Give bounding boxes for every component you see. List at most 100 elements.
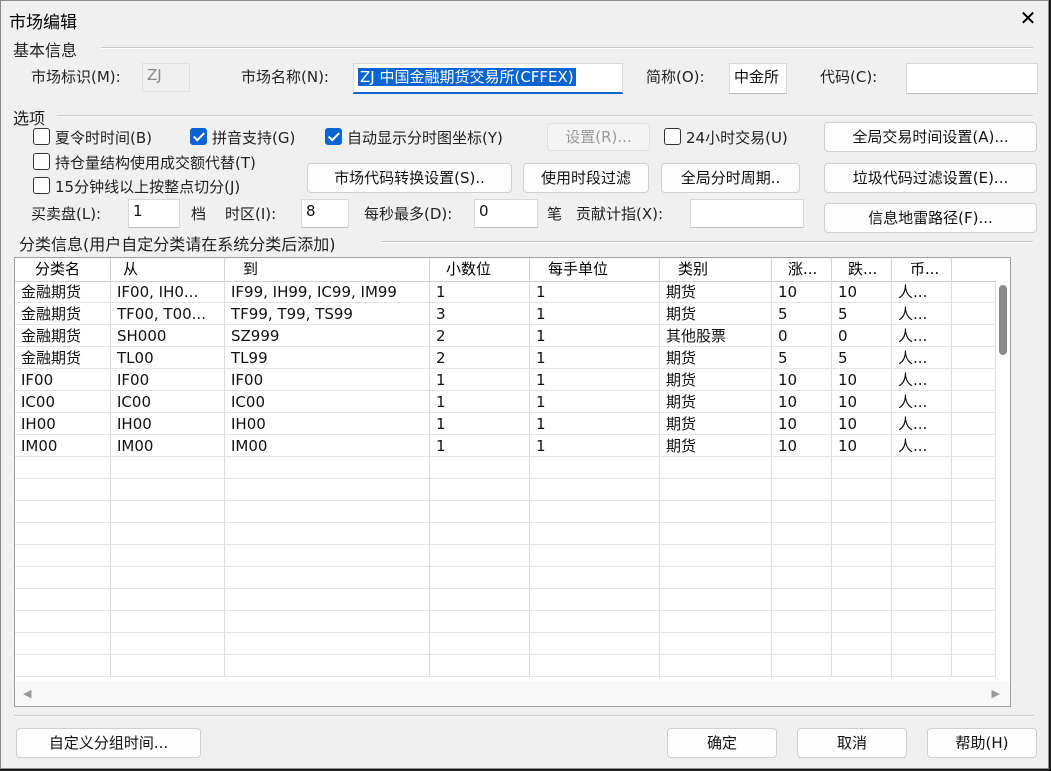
table-cell <box>430 567 530 589</box>
col-header[interactable]: 分类名 <box>15 258 111 281</box>
col-header[interactable]: 类别 <box>660 258 772 281</box>
table-cell <box>892 655 952 677</box>
empty-table-row[interactable] <box>15 479 1010 501</box>
table-cell <box>15 523 111 545</box>
table-cell <box>892 523 952 545</box>
table-row[interactable]: IH00 IH00 IH00 1 1 期货 10 10 人... <box>15 413 1010 435</box>
timezone-field[interactable]: 8 <box>301 199 349 228</box>
table-cell: 2 <box>430 325 530 347</box>
market-name-field[interactable]: ZJ 中国金融期货交易所(CFFEX) <box>353 63 623 94</box>
table-cell: 0 <box>832 325 892 347</box>
vertical-scrollbar[interactable] <box>996 281 1010 681</box>
min15-checkbox[interactable] <box>33 177 50 194</box>
scroll-thumb[interactable] <box>999 285 1007 355</box>
table-cell <box>772 523 832 545</box>
empty-table-row[interactable] <box>15 611 1010 633</box>
table-cell: 期货 <box>660 303 772 325</box>
auto-axis-label: 自动显示分时图坐标(Y) <box>347 129 503 147</box>
contrib-label: 贡献计指(X): <box>576 205 664 223</box>
market-id-field[interactable]: ZJ <box>142 63 190 92</box>
scroll-right-icon[interactable]: ▶ <box>992 687 1000 700</box>
pinyin-checkbox[interactable] <box>190 128 207 145</box>
col-header[interactable]: 每手单位 <box>530 258 660 281</box>
ok-button[interactable]: 确定 <box>667 728 777 758</box>
period-filter-button[interactable]: 使用时段过滤 <box>523 163 649 193</box>
col-header[interactable]: 小数位 <box>430 258 530 281</box>
scroll-left-icon[interactable]: ◀ <box>23 687 31 700</box>
table-row[interactable]: IF00 IF00 IF00 1 1 期货 10 10 人... <box>15 369 1010 391</box>
table-cell: 5 <box>772 303 832 325</box>
close-icon[interactable]: ✕ <box>1016 7 1040 29</box>
empty-table-row[interactable] <box>15 501 1010 523</box>
empty-table-row[interactable] <box>15 633 1010 655</box>
table-cell <box>111 545 225 567</box>
table-cell: 3 <box>430 303 530 325</box>
code-convert-button[interactable]: 市场代码转换设置(S).. <box>307 163 512 193</box>
col-header[interactable]: 币... <box>892 258 952 281</box>
custom-group-time-button[interactable]: 自定义分组时间... <box>16 728 201 758</box>
table-cell <box>530 633 660 655</box>
empty-table-row[interactable] <box>15 589 1010 611</box>
table-cell: 金融期货 <box>15 281 111 303</box>
info-mine-path-button[interactable]: 信息地雷路径(F)... <box>824 203 1037 233</box>
table-cell: 人... <box>892 325 952 347</box>
cancel-button[interactable]: 取消 <box>797 728 907 758</box>
bidask-field[interactable]: 1 <box>128 199 180 228</box>
table-cell <box>660 501 772 523</box>
col-header[interactable]: 到 <box>225 258 430 281</box>
global-period-button[interactable]: 全局分时周期.. <box>661 163 800 193</box>
table-cell: SZ999 <box>225 325 430 347</box>
table-row[interactable]: 金融期货 IF00, IH0... IF99, IH99, IC99, IM99 1 1… <box>15 281 1010 303</box>
table-cell <box>15 589 111 611</box>
table-cell <box>430 589 530 611</box>
table-cell: IC00 <box>225 391 430 413</box>
col-header[interactable]: 涨... <box>772 258 832 281</box>
dst-checkbox[interactable] <box>33 128 50 145</box>
table-cell: 10 <box>832 281 892 303</box>
table-cell: 10 <box>772 413 832 435</box>
table-cell <box>952 523 996 545</box>
auto-axis-checkbox[interactable] <box>325 128 342 145</box>
table-cell: TL99 <box>225 347 430 369</box>
empty-table-row[interactable] <box>15 457 1010 479</box>
position-checkbox[interactable] <box>33 153 50 170</box>
short-name-field[interactable]: 中金所 <box>729 63 787 94</box>
table-row[interactable]: 金融期货 TL00 TL99 2 1 期货 5 5 人... <box>15 347 1010 369</box>
table-cell <box>530 545 660 567</box>
table-cell <box>952 589 996 611</box>
empty-table-row[interactable] <box>15 523 1010 545</box>
table-row[interactable]: IM00 IM00 IM00 1 1 期货 10 10 人... <box>15 435 1010 457</box>
help-button[interactable]: 帮助(H) <box>927 728 1037 758</box>
table-cell <box>530 567 660 589</box>
junk-code-filter-button[interactable]: 垃圾代码过滤设置(E)... <box>824 163 1037 193</box>
table-cell <box>15 479 111 501</box>
category-table[interactable]: 分类名 从 到 小数位 每手单位 类别 涨... 跌... 币... 金融期货 I… <box>14 257 1011 707</box>
empty-table-row[interactable] <box>15 545 1010 567</box>
table-cell: 2 <box>430 347 530 369</box>
table-cell <box>772 633 832 655</box>
table-cell <box>225 545 430 567</box>
table-cell <box>772 501 832 523</box>
settings-button[interactable]: 设置(R)... <box>547 123 650 151</box>
table-cell <box>660 655 772 677</box>
table-row[interactable]: 金融期货 SH000 SZ999 2 1 其他股票 0 0 人... <box>15 325 1010 347</box>
global-trade-time-button[interactable]: 全局交易时间设置(A)... <box>824 122 1037 152</box>
category-group-label: 分类信息(用户自定分类请在系统分类后添加) <box>19 235 336 254</box>
table-cell <box>225 611 430 633</box>
table-row[interactable]: 金融期货 TF00, T00... TF99, T99, TS99 3 1 期货 5 5 人..… <box>15 303 1010 325</box>
24h-checkbox[interactable] <box>664 128 681 145</box>
table-cell <box>660 567 772 589</box>
horizontal-scrollbar[interactable]: ◀ ▶ <box>15 682 1010 706</box>
options-group-label: 选项 <box>13 109 46 128</box>
empty-table-row[interactable] <box>15 655 1010 677</box>
table-cell: 金融期货 <box>15 347 111 369</box>
table-cell <box>952 435 996 457</box>
empty-table-row[interactable] <box>15 567 1010 589</box>
table-cell <box>111 457 225 479</box>
col-header[interactable]: 跌... <box>832 258 892 281</box>
col-header[interactable]: 从 <box>111 258 225 281</box>
code-field[interactable] <box>906 63 1038 94</box>
table-row[interactable]: IC00 IC00 IC00 1 1 期货 10 10 人... <box>15 391 1010 413</box>
contrib-field[interactable] <box>690 199 804 228</box>
per-second-field[interactable]: 0 <box>474 199 538 228</box>
